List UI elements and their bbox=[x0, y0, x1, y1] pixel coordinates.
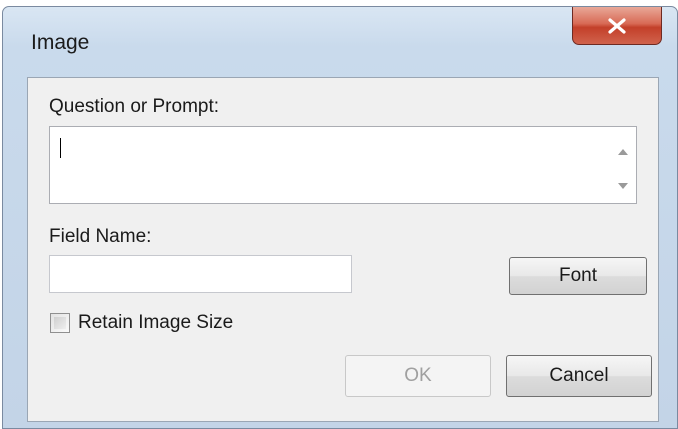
cancel-button[interactable]: Cancel bbox=[506, 355, 652, 397]
prompt-label: Question or Prompt: bbox=[49, 96, 220, 117]
dialog-window: Image Question or Prompt: Field Name: Fo… bbox=[2, 6, 678, 429]
retain-image-size-label: Retain Image Size bbox=[78, 312, 234, 333]
dialog-content: Question or Prompt: Field Name: Font Ret… bbox=[27, 77, 659, 422]
field-name-input[interactable] bbox=[49, 255, 352, 293]
font-button[interactable]: Font bbox=[509, 257, 647, 295]
ok-button[interactable]: OK bbox=[345, 355, 491, 397]
prompt-textarea[interactable] bbox=[49, 126, 637, 204]
field-name-label: Field Name: bbox=[49, 226, 152, 247]
scroll-up-arrow-icon[interactable] bbox=[617, 146, 629, 158]
title-bar[interactable]: Image bbox=[3, 7, 677, 77]
close-icon bbox=[607, 17, 627, 34]
text-caret bbox=[60, 138, 61, 158]
scroll-down-arrow-icon[interactable] bbox=[617, 180, 629, 192]
retain-image-size-checkbox[interactable] bbox=[50, 313, 70, 333]
dialog-title: Image bbox=[31, 31, 90, 54]
close-button[interactable] bbox=[572, 7, 662, 45]
